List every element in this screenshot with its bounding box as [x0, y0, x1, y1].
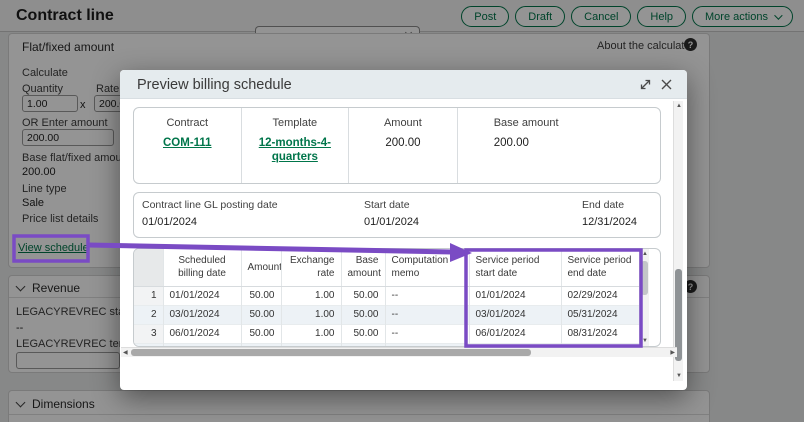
scroll-right-icon[interactable]: ▶ — [670, 350, 675, 356]
end-date-label: End date — [582, 199, 637, 211]
scheduled-billing-date-header: Scheduled billing date — [163, 249, 241, 286]
template-label: Template — [242, 117, 349, 129]
contract-label: Contract — [134, 117, 241, 129]
amount-cell: 50.00 — [241, 324, 281, 343]
summary-contract: Contract COM-111 — [134, 108, 242, 183]
billing-schedule-table: Scheduled billing date Amount Exchange r… — [134, 249, 640, 347]
summary-amount: Amount 200.00 — [349, 108, 458, 183]
service-period-end-cell: 08/31/2024 — [561, 324, 639, 343]
service-period-end-cell: 05/31/2024 — [561, 305, 639, 324]
exchange-rate-cell: 1.00 — [281, 324, 341, 343]
base-amount-cell: 50.00 — [341, 286, 385, 305]
row-number-cell: 1 — [134, 286, 163, 305]
amount-cell: 50.00 — [241, 286, 281, 305]
scheduled-billing-date-cell: 06/01/2024 — [163, 324, 241, 343]
summary-base-amount: Base amount 200.00 — [458, 108, 660, 183]
end-date-block: End date 12/31/2024 — [582, 199, 637, 228]
service-period-end-cell: 02/29/2024 — [561, 286, 639, 305]
row-number-cell: 2 — [134, 305, 163, 324]
expand-icon[interactable] — [639, 78, 652, 91]
amount-header: Amount — [241, 249, 281, 286]
scrollbar-thumb[interactable] — [131, 349, 531, 356]
exchange-rate-header: Exchange rate — [281, 249, 341, 286]
scroll-up-icon[interactable]: ▲ — [642, 251, 648, 257]
gl-posting-date-label: Contract line GL posting date — [142, 199, 278, 211]
base-amount-cell: 50.00 — [341, 324, 385, 343]
scroll-left-icon[interactable]: ◀ — [123, 350, 128, 356]
base-amount-cell: 50.00 — [341, 305, 385, 324]
schedule-summary-card: Contract COM-111 Template 12-months-4-qu… — [133, 107, 661, 184]
computation-memo-cell: -- — [385, 286, 469, 305]
exchange-rate-cell: 1.00 — [281, 286, 341, 305]
table-row[interactable]: 101/01/202450.001.0050.00--01/01/202402/… — [134, 286, 639, 305]
end-date-value: 12/31/2024 — [582, 216, 637, 228]
service-period-start-cell: 01/01/2024 — [469, 286, 561, 305]
gl-posting-date-block: Contract line GL posting date 01/01/2024 — [142, 199, 278, 228]
start-date-block: Start date 01/01/2024 — [364, 199, 419, 228]
template-link[interactable]: 12-months-4-quarters — [259, 137, 331, 163]
table-row[interactable]: 203/01/202450.001.0050.00--03/01/202405/… — [134, 305, 639, 324]
service-period-start-cell: 03/01/2024 — [469, 305, 561, 324]
computation-memo-header: Computation memo — [385, 249, 469, 286]
table-row[interactable]: 306/01/202450.001.0050.00--06/01/202408/… — [134, 324, 639, 343]
contract-line-page: Contract line Post Draft Cancel Help Mor… — [0, 0, 804, 422]
start-date-value: 01/01/2024 — [364, 216, 419, 228]
preview-billing-schedule-modal: Preview billing schedule Contract COM-11… — [120, 70, 687, 390]
scroll-down-icon[interactable]: ▼ — [642, 338, 648, 344]
modal-scrollbar-horizontal[interactable]: ◀ ▶ — [121, 347, 677, 357]
row-number-cell: 3 — [134, 324, 163, 343]
close-icon[interactable] — [660, 78, 673, 91]
exchange-rate-cell: 1.00 — [281, 305, 341, 324]
service-period-end-header: Service period end date — [561, 249, 639, 286]
scroll-up-icon[interactable]: ▲ — [676, 103, 682, 109]
scheduled-billing-date-cell: 03/01/2024 — [163, 305, 241, 324]
modal-scrollbar-vertical[interactable]: ▲ ▼ — [673, 101, 683, 381]
scroll-down-icon[interactable]: ▼ — [676, 373, 682, 379]
table-scrollbar-vertical[interactable]: ▲ ▼ — [639, 249, 649, 346]
service-period-start-cell: 06/01/2024 — [469, 324, 561, 343]
billing-schedule-table-card: Scheduled billing date Amount Exchange r… — [133, 248, 661, 347]
amount-label: Amount — [349, 117, 457, 129]
modal-header: Preview billing schedule — [120, 70, 687, 99]
contract-link[interactable]: COM-111 — [163, 137, 212, 149]
computation-memo-cell: -- — [385, 324, 469, 343]
gl-posting-date-value: 01/01/2024 — [142, 216, 278, 228]
start-date-label: Start date — [364, 199, 419, 211]
base-amount-header: Base amount — [341, 249, 385, 286]
base-amount-value: 200.00 — [494, 136, 660, 150]
amount-value: 200.00 — [349, 136, 457, 150]
computation-memo-cell: -- — [385, 305, 469, 324]
table-header-row: Scheduled billing date Amount Exchange r… — [134, 249, 639, 286]
amount-cell: 50.00 — [241, 305, 281, 324]
schedule-dates-card: Contract line GL posting date 01/01/2024… — [133, 192, 661, 238]
row-number-header — [134, 249, 163, 286]
base-amount-label: Base amount — [494, 117, 660, 129]
scrollbar-thumb[interactable] — [641, 261, 648, 295]
summary-template: Template 12-months-4-quarters — [242, 108, 350, 183]
modal-title: Preview billing schedule — [137, 77, 292, 93]
service-period-start-header: Service period start date — [469, 249, 561, 286]
scheduled-billing-date-cell: 01/01/2024 — [163, 286, 241, 305]
